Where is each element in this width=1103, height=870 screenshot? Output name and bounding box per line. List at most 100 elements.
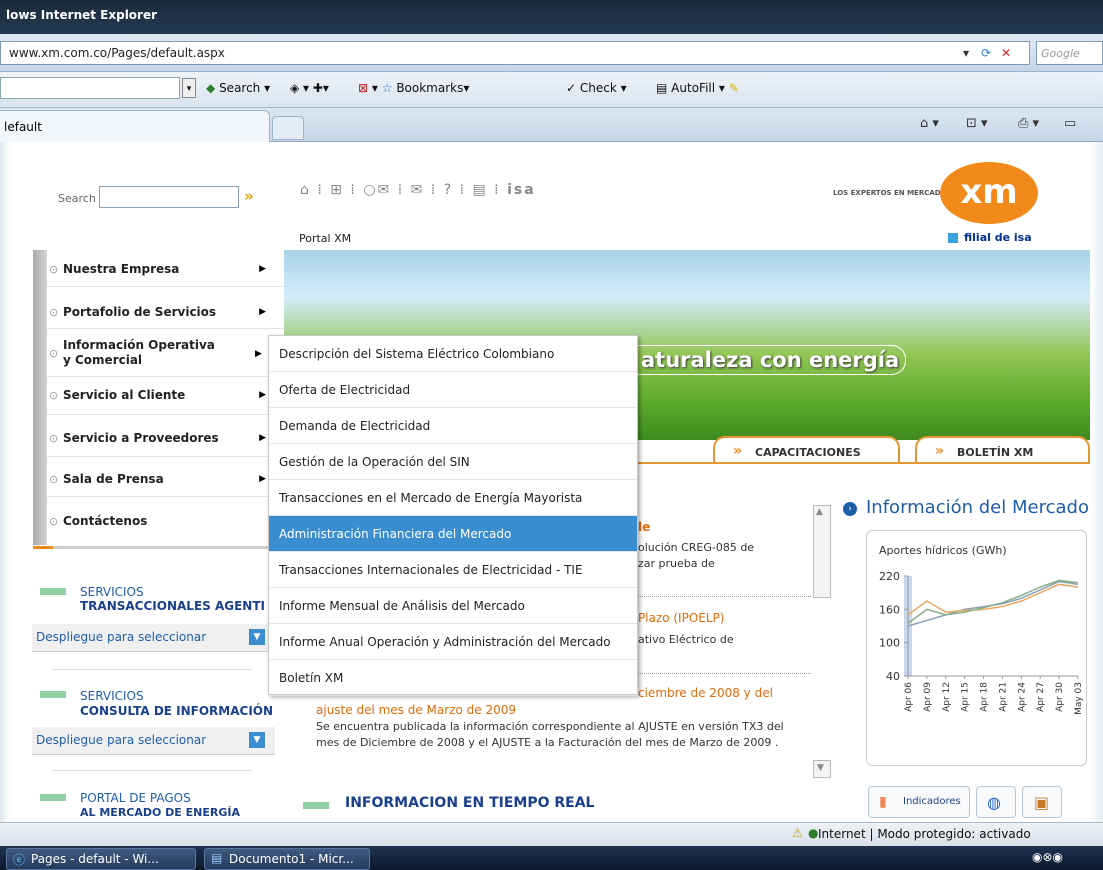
toolbar-autofill[interactable]: ▤ AutoFill ▾ ✎ (656, 78, 739, 98)
indicadores-button[interactable]: ▮ Indicadores (868, 786, 970, 818)
chart-bars-icon: ▮ (879, 794, 887, 810)
chevron-icon: » (733, 443, 743, 459)
popup-icon: ⊠ (358, 81, 369, 95)
x-tick-label: Apr 24 (1017, 682, 1027, 712)
star-icon: ☆ (381, 81, 393, 95)
menu-divider (33, 546, 283, 549)
new-tab-button[interactable] (272, 116, 304, 140)
ie-icon: ⓔ (13, 853, 26, 867)
dropdown-icon: ▼ (249, 732, 265, 748)
taskbar-ie[interactable]: ⓔ Pages - default - Wi... (6, 848, 196, 870)
x-tick-label: Apr 27 (1036, 682, 1046, 712)
y-tick-label: 100 (879, 637, 900, 650)
submenu-item[interactable]: Descripción del Sistema Eléctrico Colomb… (269, 336, 637, 372)
tab-boletin[interactable]: » BOLETÍN XM (915, 436, 1090, 464)
arrow-right-icon: ▶ (255, 349, 262, 359)
submenu-item[interactable]: Gestión de la Operación del SIN (269, 444, 637, 480)
submenu-item[interactable]: Demanda de Electricidad (269, 408, 637, 444)
bullet-icon: ⊙ (49, 473, 59, 486)
select-transaccionales[interactable]: Despliegue para seleccionar ▼ (32, 624, 275, 652)
realtime-title[interactable]: INFORMACION EN TIEMPO REAL (345, 795, 594, 811)
left-menu-item-servicio-cliente[interactable]: ⊙ Servicio al Cliente ▶ (49, 388, 278, 403)
print-icon[interactable]: ⎙ ▾ (1018, 116, 1039, 131)
toolbar-tools[interactable]: ◈ ▾ ✚▾ (290, 78, 329, 98)
news-2-line1: ativo Eléctrico de (638, 633, 734, 646)
series-line (907, 583, 1079, 616)
section-servicios-h2: TRANSACCIONALES AGENTI (80, 599, 265, 613)
warning-icon: ⚠ (792, 826, 803, 840)
submenu-item[interactable]: Transacciones en el Mercado de Energía M… (269, 480, 637, 516)
address-input[interactable]: www.xm.com.co/Pages/default.aspx (0, 41, 1030, 65)
users-icon: ▣ (1034, 793, 1050, 812)
bullet-icon: ⊙ (49, 389, 59, 402)
scroll-down-arrow-icon[interactable]: ▼ (817, 763, 824, 773)
submenu-item[interactable]: Oferta de Electricidad (269, 372, 637, 408)
news-scrollbar[interactable] (813, 505, 831, 598)
toolbar-search-input[interactable] (0, 77, 180, 99)
feeds-icon[interactable]: ⊡ ▾ (966, 116, 988, 131)
status-text: Internet | Modo protegido: activado (818, 827, 1031, 841)
autofill-icon: ▤ (656, 81, 668, 95)
toolbar-check[interactable]: ✓ Check ▾ (566, 78, 627, 98)
section-servicios-h1: SERVICIOS (80, 585, 144, 599)
dropdown-icon[interactable]: ▾ (956, 44, 976, 62)
aportes-chart: 40 100 160 220 Apr 06 Apr 09 Apr 12 Apr 15 Apr 1… (879, 570, 1084, 715)
tab-capacitaciones[interactable]: » CAPACITACIONES (713, 436, 900, 464)
submenu-item[interactable]: Informe Mensual de Análisis del Mercado (269, 588, 637, 624)
left-menu-item-contactenos[interactable]: ⊙ Contáctenos (49, 514, 278, 529)
left-menu-item-servicio-proveedores[interactable]: ⊙ Servicio a Proveedores ▶ (49, 431, 278, 446)
search-icon: ◆ (206, 81, 216, 95)
left-menu-item-sala-prensa[interactable]: ⊙ Sala de Prensa ▶ (49, 472, 278, 487)
left-menu-item-informacion[interactable]: ⊙ Información Operativa y Comercial (49, 338, 223, 368)
news-1-line1: olución CREG-085 de (638, 541, 755, 554)
news-3-title-a[interactable]: ciembre de 2008 y del (638, 686, 773, 700)
news-3-title-b[interactable]: ajuste del mes de Marzo de 2009 (316, 703, 516, 717)
refresh-icon[interactable]: ⟳ (976, 44, 996, 62)
search-go-icon[interactable]: » (244, 187, 254, 205)
globe-button[interactable]: ◍ (976, 786, 1016, 818)
market-info-title[interactable]: Información del Mercado (866, 497, 1089, 518)
bullet-icon: ⊙ (49, 515, 59, 528)
scroll-up-icon[interactable]: ▲ (816, 507, 823, 517)
top-nav-icons[interactable]: ⌂ ⁞ ⊞ ⁞ ○✉ ⁞ ✉ ⁞ ? ⁞ ▤ ⁞ isa (300, 182, 536, 198)
left-menu-item-portafolio[interactable]: ⊙ Portafolio de Servicios ▶ (49, 305, 278, 320)
site-search-input[interactable] (99, 186, 239, 208)
news-1-line2: zar prueba de (638, 557, 715, 570)
toolbar-search-dropdown[interactable]: ▾ (182, 78, 196, 98)
x-tick-label: Apr 30 (1055, 682, 1065, 712)
x-tick-label: Apr 09 (923, 682, 933, 712)
y-tick-label: 160 (879, 603, 900, 616)
search-engine-input[interactable]: Google (1036, 41, 1103, 65)
y-tick-label: 40 (886, 670, 900, 683)
news-2-title[interactable]: Plazo (IPOELP) (638, 611, 724, 625)
news-3-body: Se encuentra publicada la información co… (316, 720, 784, 749)
section-pagos-h1: PORTAL DE PAGOS (80, 791, 191, 805)
left-menu-item-nuestra-empresa[interactable]: ⊙ Nuestra Empresa ▶ (49, 262, 278, 277)
select-consulta[interactable]: Despliegue para seleccionar ▼ (32, 727, 275, 755)
home-icon[interactable]: ⌂ ▾ (920, 116, 939, 131)
news-1-title[interactable]: le (638, 520, 650, 534)
submenu-item[interactable]: Boletín XM (269, 660, 637, 696)
page-icon[interactable]: ▭ (1064, 116, 1076, 131)
toolbar-search-button[interactable]: ◆ Search ▾ (206, 78, 270, 98)
word-icon: ▤ (211, 851, 223, 865)
xm-logo[interactable]: xm (940, 162, 1038, 224)
submenu-item[interactable]: Transacciones Internacionales de Electri… (269, 552, 637, 588)
bullet-icon: ⊙ (49, 263, 59, 276)
arrow-right-icon: ▶ (259, 390, 266, 400)
isa-logo[interactable]: isa (507, 182, 536, 198)
stop-icon[interactable]: ✕ (996, 44, 1016, 62)
taskbar-word[interactable]: ▤ Documento1 - Micr... (204, 848, 370, 870)
submenu-item[interactable]: Administración Financiera del Mercado (269, 516, 637, 552)
tray-icons[interactable]: ◉⊗◉ (1032, 850, 1063, 864)
bullet-icon: ⊙ (49, 347, 59, 360)
x-tick-label: Apr 21 (998, 682, 1008, 712)
bullet-icon: ⊙ (49, 432, 59, 445)
breadcrumb: Portal XM (299, 232, 352, 245)
users-button[interactable]: ▣ (1022, 786, 1062, 818)
x-tick-label: Apr 18 (980, 682, 990, 712)
submenu-item[interactable]: Informe Anual Operación y Administración… (269, 624, 637, 660)
tab-active[interactable]: lefault (0, 110, 270, 142)
toolbar-bookmarks[interactable]: ⊠ ▾ ☆ Bookmarks▾ (358, 78, 469, 98)
arrow-right-icon: ▶ (259, 307, 266, 317)
